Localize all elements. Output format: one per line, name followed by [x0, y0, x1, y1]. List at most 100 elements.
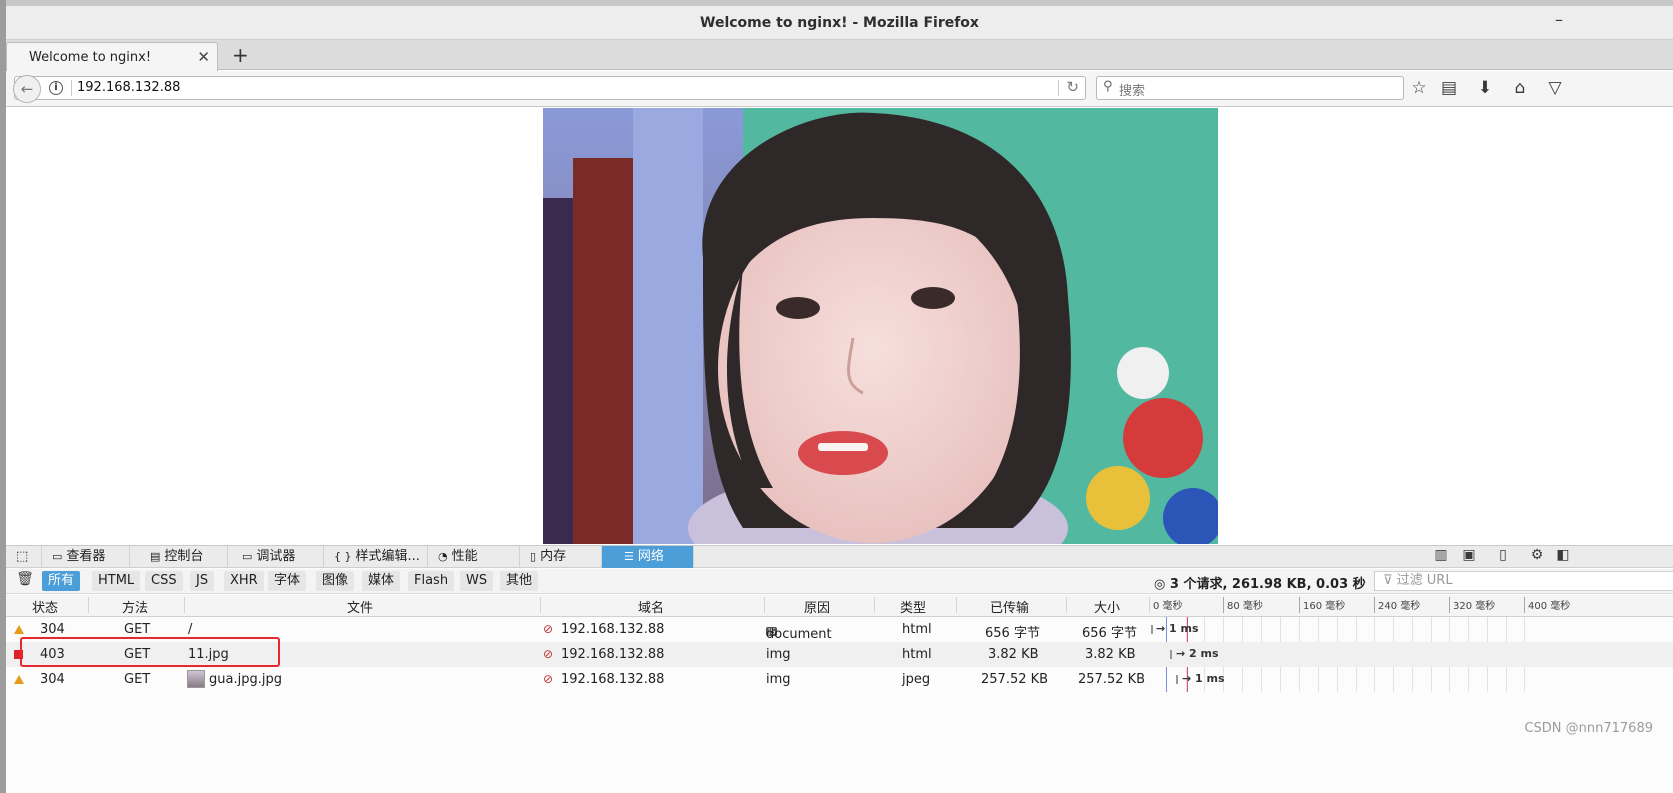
page-content [6, 108, 1673, 545]
column-divider [88, 597, 89, 613]
no-cache-icon: ⊘ [543, 622, 554, 636]
request-table-header: 状态 方法 文件 域名 原因 类型 已传输 大小 0 毫秒 80 毫秒 160 … [6, 595, 1673, 617]
status-warning-icon [14, 625, 24, 634]
col-status[interactable]: 状态 [32, 597, 58, 616]
minimize-button[interactable]: – [1555, 10, 1563, 29]
responsive-icon[interactable]: ▣ [1458, 547, 1480, 563]
network-icon: ☰ [624, 550, 634, 563]
column-divider [1149, 597, 1150, 613]
tab-strip: Welcome to nginx! ✕ + [6, 40, 1673, 71]
column-divider [764, 597, 765, 613]
pocket-icon[interactable]: ▽ [1544, 78, 1566, 98]
navigation-bar: ← i 192.168.132.88 ↻ ⚲ 搜索 ☆ ▤ ⬇ ⌂ ▽ [6, 71, 1673, 107]
site-info-icon[interactable]: i [49, 81, 63, 95]
watermark: CSDN @nnn717689 [1524, 721, 1653, 736]
row-domain: 192.168.132.88 [561, 672, 665, 687]
url-bar[interactable]: ← i 192.168.132.88 ↻ [13, 75, 1086, 103]
col-size[interactable]: 大小 [1094, 597, 1120, 616]
network-filter-bar: 🗑 所有 HTML CSS JS XHR 字体 图像 媒体 Flash WS 其… [6, 569, 1673, 594]
column-divider [956, 597, 957, 613]
row-size: 257.52 KB [1078, 672, 1146, 687]
browser-window: Welcome to nginx! - Mozilla Firefox – We… [0, 0, 1673, 793]
filter-icon: ⊽ [1383, 573, 1393, 588]
col-type[interactable]: 类型 [900, 597, 926, 616]
bookmark-star-icon[interactable]: ☆ [1408, 78, 1430, 98]
col-cause[interactable]: 原因 [804, 597, 830, 616]
timeline-tick-line [1524, 597, 1525, 613]
column-divider [540, 597, 541, 613]
home-icon[interactable]: ⌂ [1509, 78, 1531, 98]
reload-separator [1058, 80, 1059, 96]
filter-xhr[interactable]: XHR [224, 571, 264, 591]
col-method[interactable]: 方法 [122, 597, 148, 616]
filter-images[interactable]: 图像 [316, 571, 355, 591]
tab-console[interactable]: ▤ 控制台 [140, 546, 228, 568]
tab-style-editor[interactable]: { } 样式编辑... [324, 546, 428, 568]
waterfall-bar [1170, 650, 1172, 659]
waterfall-bar [1176, 675, 1178, 684]
trash-icon[interactable]: 🗑 [14, 571, 36, 587]
filter-css[interactable]: CSS [145, 571, 183, 591]
table-row[interactable]: 304 GET gua.jpg.jpg ⊘ 192.168.132.88 img… [6, 667, 1673, 692]
filter-js[interactable]: JS [190, 571, 215, 591]
tab-inspector-label: 查看器 [66, 549, 106, 564]
tab-memory[interactable]: ▯ 内存 [520, 546, 602, 568]
style-editor-icon: { } [334, 550, 352, 563]
col-file[interactable]: 文件 [347, 597, 373, 616]
devtools-panel: ⬚ ▭ 查看器 ▤ 控制台 ▭ 调试器 { } 样式编辑... ◔ 性能 ▯ 内存 ☰ 网络 … [6, 545, 1673, 793]
close-tab-icon[interactable]: ✕ [197, 48, 210, 66]
timeline-tick: 160 毫秒 [1303, 601, 1346, 612]
filter-media[interactable]: 媒体 [362, 571, 401, 591]
url-text[interactable]: 192.168.132.88 [77, 80, 180, 95]
row-size: 656 字节 [1082, 626, 1137, 641]
reading-list-icon[interactable]: ▤ [1438, 78, 1460, 98]
column-divider [1066, 597, 1067, 613]
request-summary: ◎ 3 个请求, 261.98 KB, 0.03 秒 [1154, 573, 1366, 592]
row-timing: → 2 ms [1176, 647, 1219, 660]
dock-side-icon[interactable]: ◧ [1552, 547, 1574, 563]
filter-all[interactable]: 所有 [42, 571, 81, 591]
new-tab-button[interactable]: + [232, 43, 249, 67]
column-divider [184, 597, 185, 613]
search-placeholder: 搜索 [1119, 84, 1146, 99]
row-method: GET [124, 622, 151, 637]
reload-icon[interactable]: ↻ [1066, 78, 1079, 96]
tab-network-label: 网络 [637, 549, 664, 564]
filter-html[interactable]: HTML [92, 571, 141, 591]
timeline-tick: 400 毫秒 [1528, 601, 1571, 612]
performance-icon: ◔ [438, 550, 448, 563]
tab-debugger-label: 调试器 [256, 549, 296, 564]
search-bar[interactable]: ⚲ 搜索 [1096, 76, 1404, 100]
tab-network[interactable]: ☰ 网络 [602, 546, 694, 568]
tab-inspector[interactable]: ▭ 查看器 [42, 546, 130, 568]
devtools-toolbar: ⬚ ▭ 查看器 ▤ 控制台 ▭ 调试器 { } 样式编辑... ◔ 性能 ▯ 内存 ☰ 网络 … [6, 546, 1673, 568]
row-cause: img [766, 647, 791, 662]
filter-fonts[interactable]: 字体 [268, 571, 307, 591]
memory-icon: ▯ [530, 550, 537, 563]
split-console-icon[interactable]: ▯ [1492, 547, 1514, 563]
row-timing: → 1 ms [1182, 672, 1225, 685]
settings-gear-icon[interactable]: ⚙ [1526, 547, 1548, 563]
pick-element-icon[interactable]: ⬚ [6, 546, 42, 568]
timeline-tick: 80 毫秒 [1227, 601, 1263, 612]
dock-options-icon[interactable]: ▥ [1430, 547, 1452, 563]
tab-memory-label: 内存 [540, 549, 567, 564]
filter-flash[interactable]: Flash [408, 571, 455, 591]
col-domain[interactable]: 域名 [638, 597, 664, 616]
row-type: html [902, 622, 932, 637]
status-warning-icon [14, 675, 24, 684]
download-icon[interactable]: ⬇ [1474, 78, 1496, 98]
filter-url-input[interactable]: ⊽ 过滤 URL [1374, 571, 1673, 591]
row-timing: → 1 ms [1156, 622, 1199, 635]
row-size: 3.82 KB [1085, 647, 1136, 662]
row-file: / [188, 622, 193, 637]
tab-performance[interactable]: ◔ 性能 [428, 546, 520, 568]
filter-ws[interactable]: WS [460, 571, 494, 591]
tab-debugger[interactable]: ▭ 调试器 [232, 546, 324, 568]
performance-analysis-icon[interactable]: ◎ [1154, 577, 1165, 592]
filter-other[interactable]: 其他 [500, 571, 539, 591]
back-button[interactable]: ← [13, 75, 41, 103]
tab-welcome-nginx[interactable]: Welcome to nginx! ✕ [6, 42, 218, 71]
col-transferred[interactable]: 已传输 [990, 597, 1029, 616]
row-transferred: 3.82 KB [988, 647, 1039, 662]
